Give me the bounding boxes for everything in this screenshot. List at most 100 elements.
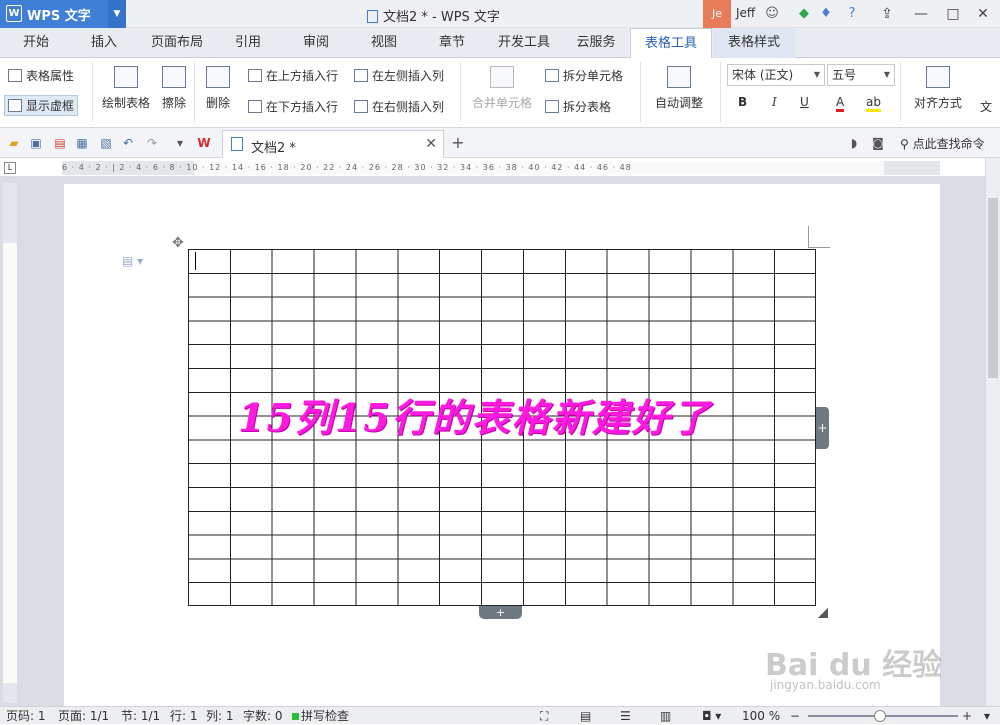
chevron-down-icon: ▼ [813, 70, 820, 79]
document-icon [231, 137, 243, 151]
cloud-sync-icon[interactable]: ◆ [794, 4, 814, 24]
redo-icon[interactable]: ↷ [144, 135, 160, 151]
zoom-slider-knob[interactable] [874, 710, 886, 722]
feedback-icon[interactable]: ◙ [870, 135, 886, 151]
table-move-icon[interactable]: ✥ [172, 235, 184, 251]
tab-document[interactable]: 文档2 * ✕ [222, 130, 444, 158]
print-icon[interactable]: ▦ [74, 135, 90, 151]
tab-cloud[interactable]: 云服务 [568, 28, 624, 58]
text-cursor [195, 252, 196, 270]
insert-row-above-label: 在上方插入行 [266, 69, 339, 83]
table-resize-handle[interactable] [818, 608, 828, 618]
vertical-scrollbar[interactable] [985, 158, 1000, 706]
insert-col-left-icon [354, 69, 368, 82]
insert-col-right-button[interactable]: 在右侧插入列 [354, 98, 444, 115]
skin-icon[interactable]: ♦ [816, 4, 836, 24]
print-preview-icon[interactable]: ▧ [98, 135, 114, 151]
bold-button[interactable]: B [738, 95, 747, 109]
tab-references[interactable]: 引用 [222, 28, 274, 58]
tab-table-style[interactable]: 表格样式 [713, 28, 795, 58]
status-page-number[interactable]: 页码: 1 [6, 707, 46, 725]
app-menu-button[interactable]: W WPS 文字 ▼ [0, 0, 126, 28]
bookmark-icon[interactable]: ◗ [846, 135, 862, 151]
text-direction-button[interactable]: 文 [980, 98, 992, 115]
close-button[interactable]: ✕ [966, 0, 1000, 28]
autofit-button[interactable]: 自动调整 [646, 66, 712, 111]
divider [640, 62, 641, 122]
save-icon[interactable]: ▣ [28, 135, 44, 151]
eye-protect-icon[interactable]: ◘ ▾ [702, 707, 721, 725]
status-row[interactable]: 行: 1 [170, 707, 198, 725]
add-column-button[interactable]: + [816, 407, 829, 449]
font-name-select[interactable]: 宋体 (正文) ▼ [727, 64, 825, 86]
divider [720, 62, 721, 122]
status-pages[interactable]: 页面: 1/1 [58, 707, 109, 725]
split-cells-button[interactable]: 拆分单元格 [545, 67, 623, 84]
outline-view-icon[interactable]: ☰ [620, 707, 631, 725]
page-view-icon[interactable]: ▤ [580, 707, 591, 725]
status-col[interactable]: 列: 1 [206, 707, 234, 725]
restore-ribbon-button[interactable]: ⇪ [870, 0, 904, 28]
maximize-button[interactable]: □ [936, 0, 970, 28]
minimize-button[interactable]: — [904, 0, 938, 28]
italic-button[interactable]: I [772, 95, 777, 109]
align-label: 对齐方式 [913, 96, 962, 110]
vertical-ruler[interactable] [3, 183, 17, 703]
align-button[interactable]: 对齐方式 [905, 66, 971, 111]
split-table-button[interactable]: 拆分表格 [545, 98, 611, 115]
full-screen-icon[interactable]: ⛶ [540, 707, 548, 725]
insert-row-above-button[interactable]: 在上方插入行 [248, 67, 338, 84]
tab-start[interactable]: 开始 [10, 28, 62, 58]
robot-icon[interactable]: ☺ [762, 4, 782, 24]
underline-button[interactable]: U [800, 95, 809, 109]
status-bar-menu-icon[interactable]: ▾ [984, 707, 990, 725]
zoom-slider[interactable] [808, 710, 958, 722]
web-view-icon[interactable]: ▥ [660, 707, 671, 725]
chevron-down-icon: ▼ [108, 0, 126, 28]
divider [92, 62, 93, 122]
chevron-down-icon[interactable]: ▾ [172, 135, 188, 151]
tab-review[interactable]: 审阅 [290, 28, 342, 58]
font-size-select[interactable]: 五号 ▼ [827, 64, 895, 86]
zoom-out-icon[interactable]: − [790, 707, 800, 725]
draw-table-button[interactable]: 绘制表格 [97, 66, 155, 111]
scrollbar-thumb[interactable] [988, 198, 998, 378]
tab-chapter[interactable]: 章节 [426, 28, 478, 58]
new-tab-icon[interactable]: + [450, 135, 466, 151]
tab-page-layout[interactable]: 页面布局 [146, 28, 208, 58]
status-word-count[interactable]: 字数: 0 [243, 707, 283, 725]
add-row-button[interactable]: + [479, 606, 522, 619]
zoom-in-icon[interactable]: + [962, 707, 972, 725]
show-gridlines-button[interactable]: 显示虚框 [4, 95, 79, 116]
tab-developer[interactable]: 开发工具 [490, 28, 558, 58]
ruler-ticks: 6 · 4 · 2 · | 2 · 4 · 6 · 8 · 10 · 12 · … [62, 163, 632, 172]
undo-icon[interactable]: ↶ [120, 135, 136, 151]
export-pdf-icon[interactable]: ▤ [52, 135, 68, 151]
insert-col-left-button[interactable]: 在左侧插入列 [354, 67, 444, 84]
autofit-label: 自动调整 [654, 96, 703, 110]
insert-row-below-button[interactable]: 在下方插入行 [248, 98, 338, 115]
delete-button[interactable]: 删除 [198, 66, 238, 111]
table-properties-button[interactable]: 表格属性 [8, 67, 74, 84]
status-section[interactable]: 节: 1/1 [121, 707, 160, 725]
divider [900, 62, 901, 122]
highlight-button[interactable]: ab [866, 95, 881, 112]
open-icon[interactable]: ▰ [6, 135, 22, 151]
help-icon[interactable]: ? [842, 4, 862, 24]
user-name[interactable]: Jeff [736, 6, 755, 20]
tab-view[interactable]: 视图 [358, 28, 410, 58]
font-color-button[interactable]: A [836, 95, 845, 112]
tab-insert[interactable]: 插入 [78, 28, 130, 58]
close-icon[interactable]: ✕ [425, 136, 437, 152]
eraser-button[interactable]: 擦除 [158, 66, 190, 111]
wps-home-icon[interactable]: W [196, 135, 212, 151]
zoom-level[interactable]: 100 % [742, 707, 780, 725]
merge-cells-button[interactable]: 合并单元格 [466, 66, 538, 111]
avatar[interactable]: Je [703, 0, 731, 28]
paste-options-icon[interactable]: ▤ ▾ [122, 254, 143, 268]
tab-table-tools[interactable]: 表格工具 [630, 28, 712, 59]
command-search[interactable]: ⚲ 点此查找命令 [900, 135, 985, 152]
align-icon [926, 66, 950, 88]
spellcheck-toggle[interactable]: 拼写检查 [292, 707, 349, 725]
ruler-corner[interactable]: L [4, 162, 16, 174]
